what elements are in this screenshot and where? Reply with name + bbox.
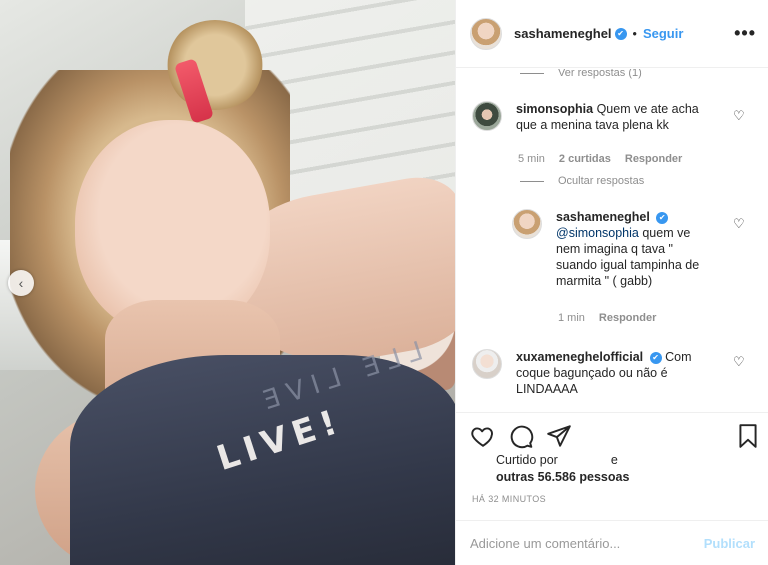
comment-likes[interactable]: 2 curtidas xyxy=(559,153,611,165)
more-options-icon[interactable]: ••• xyxy=(734,24,756,42)
save-bookmark-icon[interactable] xyxy=(735,423,761,449)
commenter-avatar[interactable] xyxy=(472,349,502,379)
liked-by-prefix: Curtido por xyxy=(496,453,558,467)
post-photo[interactable]: ƎVI⅃ Ǝ⅃⅃ LIVE! ‹ xyxy=(0,0,455,565)
comment-time[interactable]: 5 min xyxy=(518,153,545,165)
replies-line xyxy=(520,72,544,74)
reply-time[interactable]: 1 min xyxy=(558,312,585,324)
commenter-username[interactable]: xuxameneghelofficial xyxy=(516,350,643,364)
liked-by-suffix: e xyxy=(610,453,618,467)
comments-list[interactable]: Ver respostas (1) simonsophia Quem ve at… xyxy=(456,69,768,411)
post-actions xyxy=(456,412,768,452)
hide-replies-label: Ocultar respostas xyxy=(558,175,645,187)
verified-badge-icon: ✔ xyxy=(614,27,627,40)
commenter-avatar[interactable] xyxy=(472,101,502,131)
reply-button[interactable]: Responder xyxy=(625,153,682,165)
like-comment-heart-icon[interactable]: ♡ xyxy=(733,355,747,369)
like-reply-heart-icon[interactable]: ♡ xyxy=(733,217,747,231)
liked-by-username[interactable] xyxy=(561,454,608,467)
reply-author-username[interactable]: sashameneghel xyxy=(556,210,650,224)
reply-reply-button[interactable]: Responder xyxy=(599,312,656,324)
replies-line xyxy=(520,180,544,182)
author-avatar[interactable] xyxy=(470,17,502,50)
comment-item: simonsophia Quem ve ate acha que a menin… xyxy=(472,101,732,133)
likes-others-link[interactable]: outras 56.586 pessoas xyxy=(496,470,629,484)
share-paper-plane-icon[interactable] xyxy=(546,423,572,449)
verified-badge-icon: ✔ xyxy=(649,351,662,364)
reply-meta: 1 min Responder xyxy=(558,312,656,324)
separator-dot: • xyxy=(632,26,637,41)
post-time[interactable]: HÁ 32 MINUTOS xyxy=(472,494,546,504)
view-replies-link[interactable]: Ver respostas (1) xyxy=(520,69,642,79)
verified-badge-icon: ✔ xyxy=(656,211,669,224)
previous-arrow-icon[interactable]: ‹ xyxy=(8,270,34,296)
commenter-username[interactable]: simonsophia xyxy=(516,102,593,116)
author-username[interactable]: sashameneghel xyxy=(514,26,612,41)
reply-author-avatar[interactable] xyxy=(512,209,542,239)
publish-button[interactable]: Publicar xyxy=(704,536,755,551)
comment-meta: 5 min 2 curtidas Responder xyxy=(518,153,682,165)
add-comment-bar: Publicar xyxy=(456,520,768,565)
post-header: sashameneghel ✔ • Seguir ••• xyxy=(456,0,768,68)
like-heart-icon[interactable] xyxy=(470,423,496,449)
comment-bubble-icon[interactable] xyxy=(508,423,534,449)
follow-button[interactable]: Seguir xyxy=(643,26,683,41)
like-comment-heart-icon[interactable]: ♡ xyxy=(733,109,747,123)
comment-body: simonsophia Quem ve ate acha que a menin… xyxy=(516,101,721,133)
post-side-panel: sashameneghel ✔ • Seguir ••• Ver respost… xyxy=(455,0,768,565)
likes-summary: Curtido por e outras 56.586 pessoas xyxy=(496,452,629,486)
comment-input[interactable] xyxy=(470,535,704,551)
reply-item: sashameneghel ✔ @simonsophia quem ve nem… xyxy=(512,209,732,289)
comment-body: xuxameneghelofficial ✔ Com coque bagunça… xyxy=(516,349,721,397)
comment-item: xuxameneghelofficial ✔ Com coque bagunça… xyxy=(472,349,732,397)
reply-body: sashameneghel ✔ @simonsophia quem ve nem… xyxy=(556,209,716,289)
reply-mention-link[interactable]: @simonsophia xyxy=(556,226,639,240)
hide-replies-link[interactable]: Ocultar respostas xyxy=(520,175,644,187)
view-replies-label: Ver respostas (1) xyxy=(558,69,642,79)
